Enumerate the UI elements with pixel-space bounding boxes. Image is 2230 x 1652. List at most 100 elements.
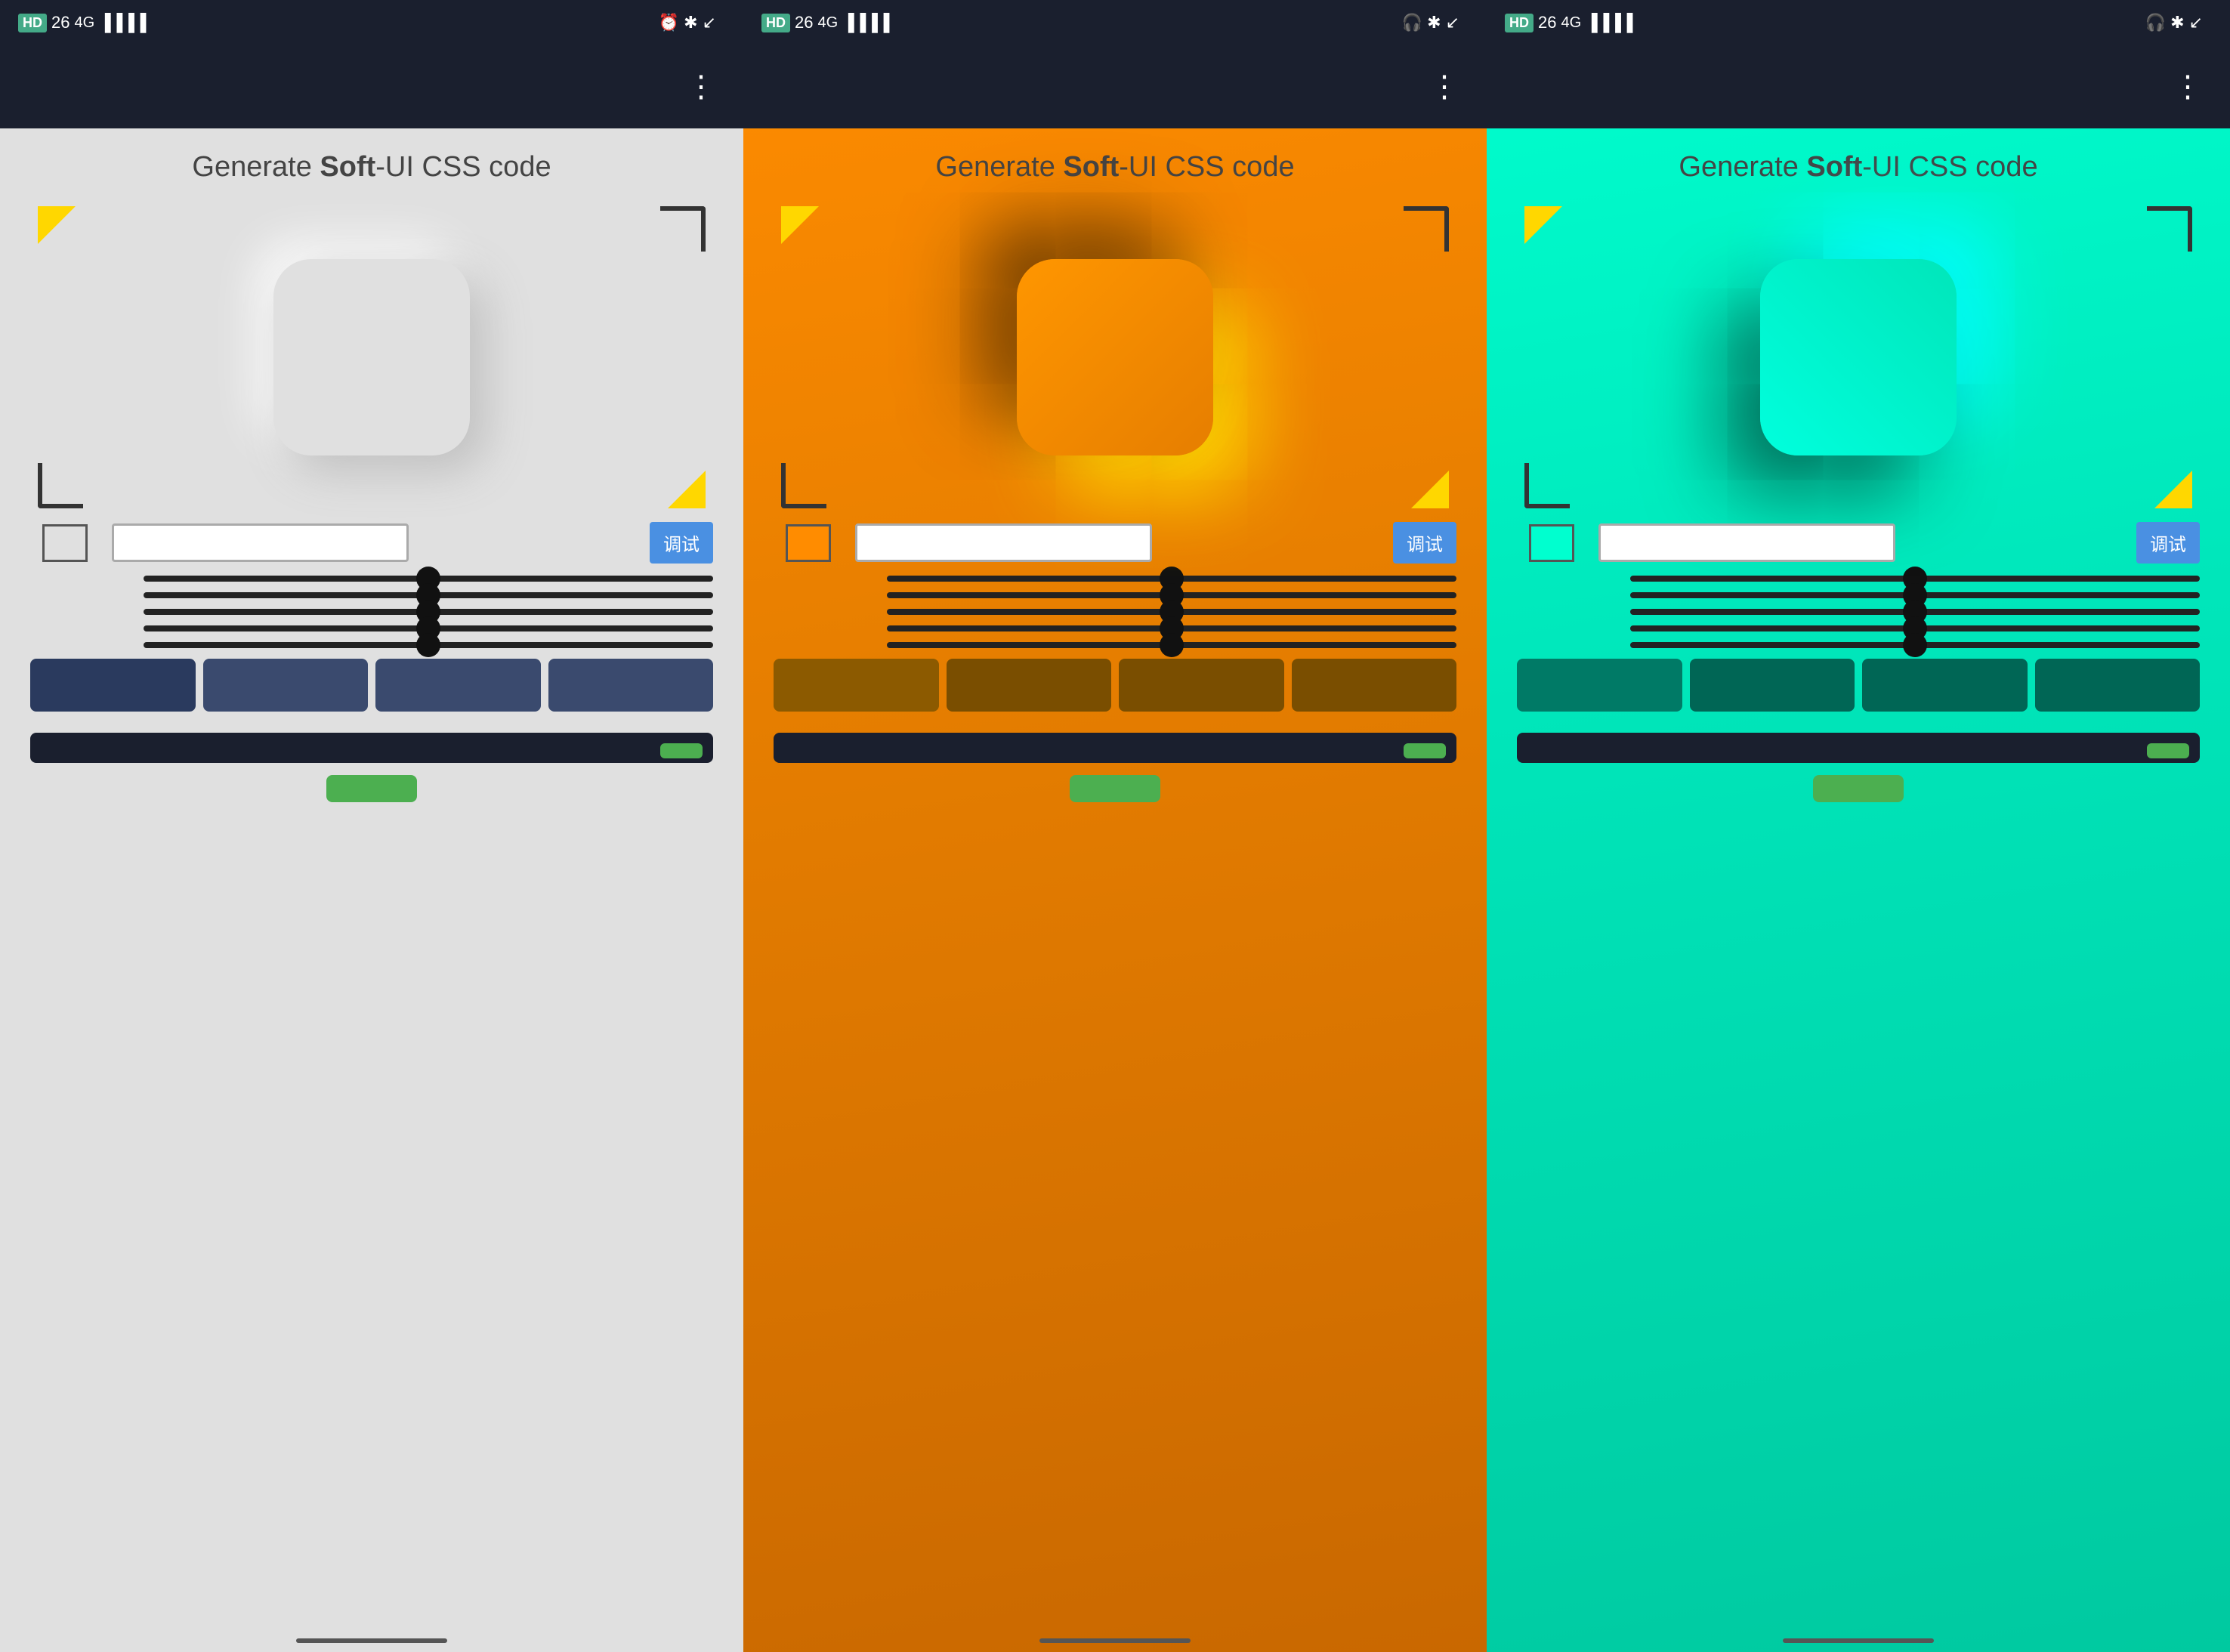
code-box-teal xyxy=(1517,733,2200,763)
slider-radius-orange xyxy=(774,592,1456,598)
shape-btn-4-gray[interactable] xyxy=(548,659,714,712)
adjust-btn-orange[interactable]: 调试 xyxy=(1393,522,1456,564)
header-title-en: Generate Soft-UI CSS code xyxy=(1517,151,2200,184)
vconsole-btn-teal[interactable] xyxy=(1813,775,1904,802)
wifi-icon: ↙ xyxy=(703,13,716,32)
slider-size[interactable] xyxy=(144,576,713,582)
shape-row-orange xyxy=(774,659,1456,712)
shape-btn-1-orange[interactable] xyxy=(774,659,939,712)
slider-blur-teal xyxy=(1517,642,2200,648)
bottom-line xyxy=(296,1638,447,1643)
headphone-icon: 🎧 xyxy=(1402,13,1422,32)
slider-size-teal xyxy=(1517,576,2200,582)
status-left: HD 26 4G ▐▐▐▐ xyxy=(1505,13,1633,32)
slider-intensity-gray xyxy=(30,625,713,631)
adjust-btn-gray[interactable]: 调试 xyxy=(650,522,713,564)
header-teal: Generate Soft-UI CSS code xyxy=(1517,128,2200,199)
copy-btn-gray[interactable] xyxy=(660,743,703,758)
phone-teal: HD 26 4G ▐▐▐▐ 🎧 ✱ ↙ ⋮ Generate Soft-UI C… xyxy=(1487,0,2230,1652)
corner-bl xyxy=(781,463,826,508)
slider-blur[interactable] xyxy=(144,642,713,648)
menu-icon[interactable]: ⋮ xyxy=(686,69,716,104)
color-swatch-orange[interactable] xyxy=(786,524,831,562)
status-right: ⏰ ✱ ↙ xyxy=(659,13,725,32)
signal-text: 26 xyxy=(795,13,813,32)
slider-size[interactable] xyxy=(1630,576,2200,582)
slider-distance[interactable] xyxy=(1630,609,2200,615)
slider-radius[interactable] xyxy=(144,592,713,598)
slider-intensity[interactable] xyxy=(1630,625,2200,631)
color-text-input-teal[interactable] xyxy=(1598,523,1895,562)
shape-btn-3-orange[interactable] xyxy=(1119,659,1284,712)
signal-bars: ▐▐▐▐ xyxy=(99,13,146,32)
shape-row-teal xyxy=(1517,659,2200,712)
color-swatch-gray[interactable] xyxy=(42,524,88,562)
tri-br xyxy=(668,471,706,508)
corner-tr xyxy=(660,206,706,252)
color-text-input-gray[interactable] xyxy=(112,523,409,562)
slider-intensity[interactable] xyxy=(887,625,1456,631)
tri-tl xyxy=(38,206,76,244)
bluetooth-icon: ✱ xyxy=(2170,13,2184,32)
shape-btn-3-gray[interactable] xyxy=(375,659,541,712)
copy-btn-teal[interactable] xyxy=(2147,743,2189,758)
adjust-btn-teal[interactable]: 调试 xyxy=(2136,522,2200,564)
corner-bl xyxy=(1524,463,1570,508)
corner-bl xyxy=(38,463,83,508)
bottom-bar-gray xyxy=(0,1629,743,1652)
neuro-box-gray xyxy=(273,259,470,455)
slider-size-orange xyxy=(774,576,1456,582)
vconsole-btn-orange[interactable] xyxy=(1070,775,1160,802)
signal-bars: ▐▐▐▐ xyxy=(1586,13,1632,32)
signal-text: 26 xyxy=(51,13,69,32)
shape-btn-2-gray[interactable] xyxy=(203,659,369,712)
tri-br xyxy=(1411,471,1449,508)
code-box-orange xyxy=(774,733,1456,763)
slider-distance[interactable] xyxy=(887,609,1456,615)
hd-icon: HD xyxy=(761,14,790,32)
content-gray: Generate Soft-UI CSS code 调试 xyxy=(0,128,743,1629)
slider-intensity[interactable] xyxy=(144,625,713,631)
color-swatch-teal[interactable] xyxy=(1529,524,1574,562)
corner-tr xyxy=(2147,206,2192,252)
copy-btn-orange[interactable] xyxy=(1404,743,1446,758)
color-text-input-orange[interactable] xyxy=(855,523,1152,562)
slider-size[interactable] xyxy=(887,576,1456,582)
app-bar-gray: ⋮ xyxy=(0,45,743,128)
slider-distance[interactable] xyxy=(144,609,713,615)
4g-icon: 4G xyxy=(74,14,94,32)
controls-gray: 调试 xyxy=(30,516,713,733)
tri-tl xyxy=(781,206,819,244)
shape-btn-1-teal[interactable] xyxy=(1517,659,1682,712)
slider-blur-orange xyxy=(774,642,1456,648)
shape-btn-4-teal[interactable] xyxy=(2035,659,2201,712)
status-right: 🎧 ✱ ↙ xyxy=(1402,13,1469,32)
signal-bars: ▐▐▐▐ xyxy=(842,13,889,32)
slider-radius[interactable] xyxy=(887,592,1456,598)
color-row-teal: 调试 xyxy=(1517,523,2200,562)
shape-btn-2-teal[interactable] xyxy=(1690,659,1855,712)
slider-blur[interactable] xyxy=(887,642,1456,648)
headphone-icon: 🎧 xyxy=(2145,13,2166,32)
slider-blur-gray xyxy=(30,642,713,648)
preview-area-teal xyxy=(1517,199,2200,516)
bottom-bar-teal xyxy=(1487,1629,2230,1652)
shape-btn-1-gray[interactable] xyxy=(30,659,196,712)
phone-orange: HD 26 4G ▐▐▐▐ 🎧 ✱ ↙ ⋮ Generate Soft-UI C… xyxy=(743,0,1487,1652)
signal-text: 26 xyxy=(1538,13,1556,32)
vconsole-btn-gray[interactable] xyxy=(326,775,417,802)
slider-radius[interactable] xyxy=(1630,592,2200,598)
shape-btn-4-orange[interactable] xyxy=(1292,659,1457,712)
color-row-gray: 调试 xyxy=(30,523,713,562)
menu-icon[interactable]: ⋮ xyxy=(1429,69,1459,104)
4g-icon: 4G xyxy=(1561,14,1581,32)
shape-btn-2-orange[interactable] xyxy=(947,659,1112,712)
status-bar-gray: HD 26 4G ▐▐▐▐ ⏰ ✱ ↙ xyxy=(0,0,743,45)
menu-icon[interactable]: ⋮ xyxy=(2173,69,2203,104)
slider-intensity-orange xyxy=(774,625,1456,631)
slider-blur[interactable] xyxy=(1630,642,2200,648)
4g-icon: 4G xyxy=(817,14,838,32)
shape-btn-3-teal[interactable] xyxy=(1862,659,2028,712)
controls-orange: 调试 xyxy=(774,516,1456,733)
header-title-en: Generate Soft-UI CSS code xyxy=(774,151,1456,184)
